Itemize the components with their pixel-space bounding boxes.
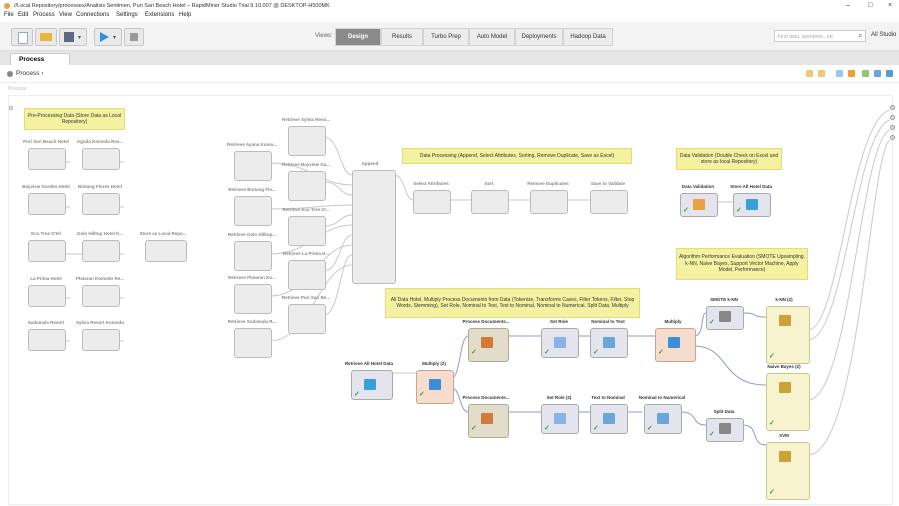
operator-box — [82, 240, 120, 262]
filter-icon — [719, 423, 731, 434]
check-icon: ✓ — [419, 391, 425, 398]
model-icon — [779, 451, 791, 462]
operator-box — [28, 148, 66, 170]
operator-box: ✓ — [680, 193, 718, 217]
retrieve-icon — [364, 379, 376, 390]
operator-box: ✓ — [590, 404, 628, 434]
operator-box — [82, 329, 120, 351]
operator-box — [234, 328, 272, 358]
check-icon: ✓ — [544, 425, 550, 432]
operator-box: ✓ — [706, 418, 744, 442]
convert-icon — [657, 413, 669, 424]
note-algorithm-evaluation[interactable]: Algorithm Performance Evaluation (SMOTE … — [676, 248, 808, 280]
check-icon: ✓ — [544, 349, 550, 356]
model-icon — [779, 382, 791, 393]
result-port[interactable] — [890, 115, 895, 120]
operator-box — [234, 196, 272, 226]
set-role-icon — [554, 413, 566, 424]
convert-icon — [603, 413, 615, 424]
check-icon: ✓ — [593, 349, 599, 356]
note-data-processing[interactable]: Data Processing (Append, Select Attribut… — [402, 148, 632, 164]
operator-box — [590, 190, 628, 214]
store-icon — [746, 199, 758, 210]
operator-box: ✓ — [733, 193, 771, 217]
operator-box: ✓ — [706, 306, 744, 330]
check-icon: ✓ — [769, 353, 775, 360]
operator-box: ✓ — [541, 328, 579, 358]
operator-box: ✓ — [351, 370, 393, 400]
operator-box — [352, 170, 396, 284]
check-icon: ✓ — [647, 425, 653, 432]
note-all-hotel-data[interactable]: All Data Hotel, Multiply Process Documen… — [385, 288, 640, 318]
operator-box — [28, 285, 66, 307]
document-icon — [481, 337, 493, 348]
operator-box — [82, 285, 120, 307]
check-icon: ✓ — [354, 391, 360, 398]
operator-box — [288, 260, 326, 290]
operator-box — [234, 241, 272, 271]
operator-box: ✓ — [468, 404, 509, 438]
operator-box: ✓ — [766, 373, 810, 431]
excel-icon — [693, 199, 705, 210]
check-icon: ✓ — [593, 425, 599, 432]
operator-box — [82, 193, 120, 215]
check-icon: ✓ — [709, 431, 715, 438]
check-icon: ✓ — [736, 207, 742, 214]
operator-box: ✓ — [468, 328, 509, 362]
multiply-icon — [668, 337, 680, 348]
operator-box: ✓ — [655, 328, 696, 362]
operator-box — [288, 171, 326, 201]
operator-box — [234, 151, 272, 181]
operator-box: ✓ — [541, 404, 579, 434]
operator-box — [145, 240, 187, 262]
multiply-icon — [429, 379, 441, 390]
operator-box — [82, 148, 120, 170]
document-icon — [481, 413, 493, 424]
operator-box — [288, 304, 326, 334]
operator-box: ✓ — [766, 306, 810, 364]
operator-box: ✓ — [590, 328, 628, 358]
check-icon: ✓ — [471, 349, 477, 356]
operator-box — [288, 216, 326, 246]
operator-box — [530, 190, 568, 214]
check-icon: ✓ — [769, 420, 775, 427]
set-role-icon — [554, 337, 566, 348]
operator-box: ✓ — [416, 370, 454, 404]
check-icon: ✓ — [769, 489, 775, 496]
operator-box: ✓ — [766, 442, 810, 500]
model-icon — [779, 315, 791, 326]
check-icon: ✓ — [658, 349, 664, 356]
result-port[interactable] — [890, 105, 895, 110]
check-icon: ✓ — [683, 207, 689, 214]
operator-box — [28, 193, 66, 215]
operator-box — [413, 190, 451, 214]
note-data-validation[interactable]: Data Validation (Double Check on Excel a… — [676, 148, 782, 170]
operator-box — [28, 240, 66, 262]
operator-box: ✓ — [644, 404, 682, 434]
check-icon: ✓ — [471, 425, 477, 432]
operator-box — [28, 329, 66, 351]
operator-box — [471, 190, 509, 214]
filter-icon — [719, 311, 731, 322]
input-port[interactable] — [8, 105, 14, 111]
operator-box — [288, 126, 326, 156]
convert-icon — [603, 337, 615, 348]
result-port[interactable] — [890, 125, 895, 130]
note-preprocessing[interactable]: Pre-Processing Data (Store Data as Local… — [24, 108, 125, 130]
check-icon: ✓ — [709, 319, 715, 326]
operator-box — [234, 284, 272, 314]
result-port[interactable] — [890, 135, 895, 140]
